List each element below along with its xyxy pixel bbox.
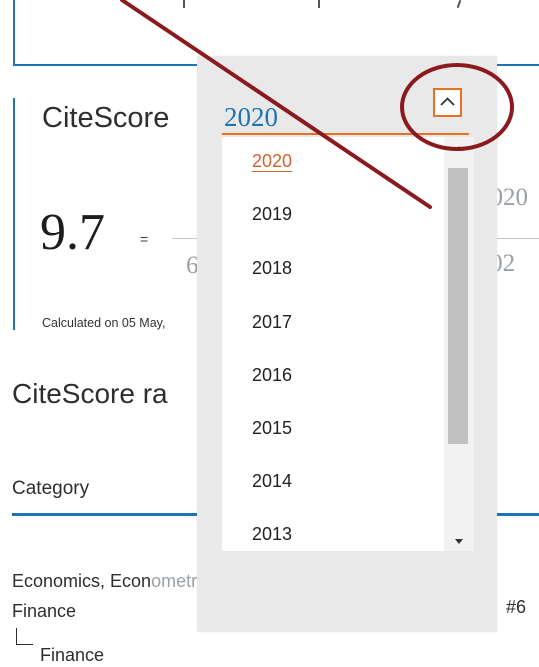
year-option[interactable]: 2019 bbox=[252, 204, 292, 225]
divider-tick bbox=[183, 0, 185, 8]
scroll-up-arrow-icon[interactable] bbox=[451, 140, 467, 151]
citescore-title: CiteScore bbox=[42, 102, 170, 134]
year-options-list[interactable]: 2020 2019 2018 2017 2016 2015 2014 2013 bbox=[222, 137, 474, 551]
subcategory-connector bbox=[16, 628, 33, 645]
equals-sign: = bbox=[140, 231, 149, 247]
year-option[interactable]: 2018 bbox=[252, 258, 292, 279]
year-option[interactable]: 2020 bbox=[252, 151, 292, 172]
year-option[interactable]: 2013 bbox=[252, 524, 292, 545]
subcategory-name: Finance bbox=[40, 645, 105, 665]
category-rank: #6 bbox=[506, 597, 527, 617]
scrollbar-thumb[interactable] bbox=[448, 168, 468, 444]
year-select-underline bbox=[222, 133, 469, 135]
category-name: Economics, Econ bbox=[12, 571, 152, 591]
ranking-title: CiteScore ra bbox=[12, 378, 168, 409]
year-select-value[interactable]: 2020 bbox=[224, 102, 278, 133]
year-option[interactable]: 2017 bbox=[252, 312, 292, 333]
chevron-up-icon bbox=[435, 90, 460, 115]
scroll-down-arrow-icon[interactable] bbox=[451, 533, 467, 544]
calculated-date: Calculated on 05 May, bbox=[42, 316, 166, 330]
citescore-accent-bar bbox=[13, 98, 15, 330]
year-option[interactable]: 2015 bbox=[252, 418, 292, 439]
category-name-line2: Finance bbox=[12, 601, 77, 621]
year-option[interactable]: 2016 bbox=[252, 365, 292, 386]
category-header: Category bbox=[12, 478, 90, 499]
divider-tick bbox=[318, 0, 320, 8]
dropdown-toggle-button[interactable] bbox=[433, 88, 462, 117]
citescore-value: 9.7 bbox=[40, 204, 105, 261]
year-option[interactable]: 2014 bbox=[252, 471, 292, 492]
